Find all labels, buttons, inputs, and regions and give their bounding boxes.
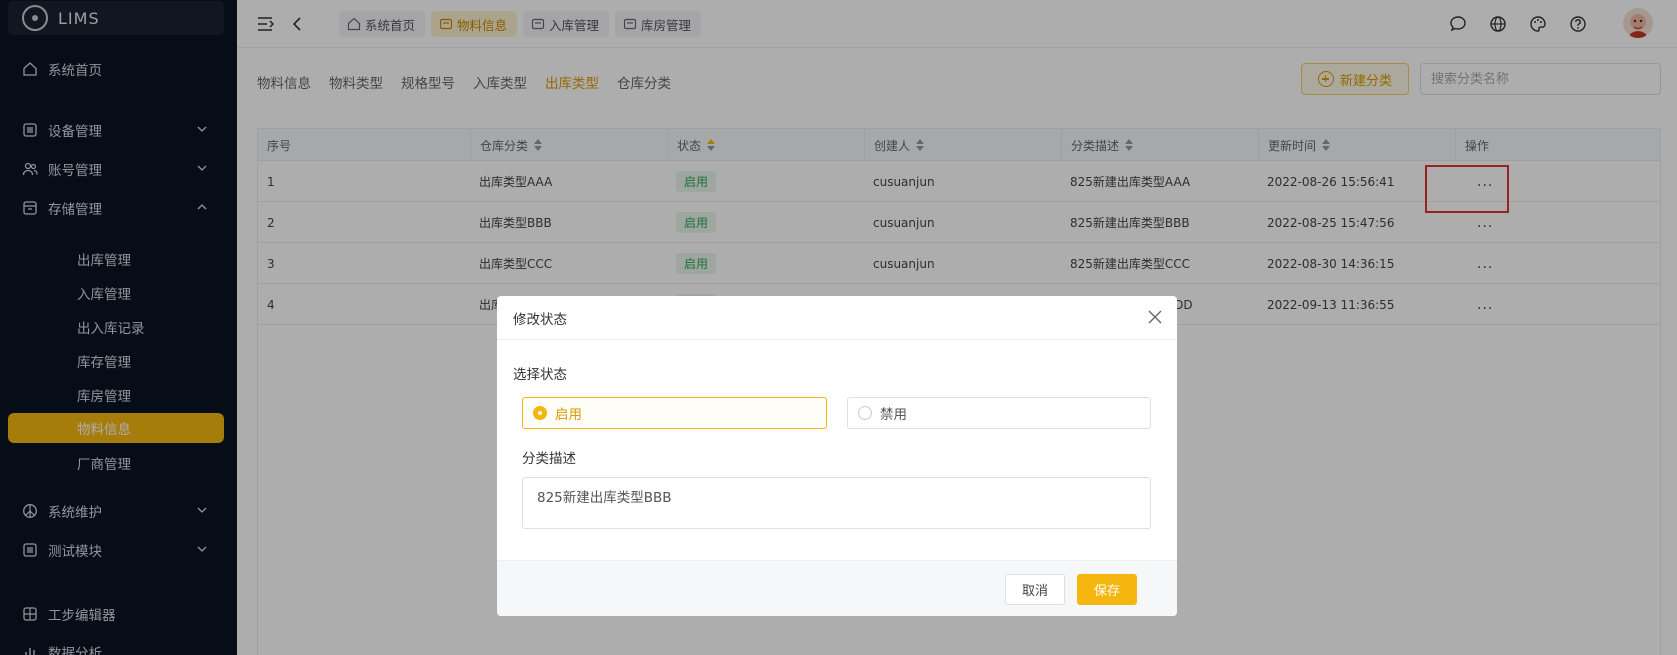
radio-unchecked-icon <box>858 406 872 420</box>
dialog-title: 修改状态 <box>513 311 567 328</box>
desc-field-label: 分类描述 <box>522 451 576 467</box>
dialog-header: 修改状态 <box>497 296 1177 340</box>
cancel-button[interactable]: 取消 <box>1005 574 1065 605</box>
dialog-footer: 取消 保存 <box>497 560 1177 616</box>
radio-disable[interactable]: 禁用 <box>847 397 1151 429</box>
save-button[interactable]: 保存 <box>1077 574 1137 605</box>
radio-checked-icon <box>533 406 547 420</box>
edit-status-dialog: 修改状态 选择状态 启用 禁用 分类描述 825新建出库类型BBB 取消 保存 <box>497 296 1177 616</box>
status-field-label: 选择状态 <box>513 367 567 383</box>
radio-enable[interactable]: 启用 <box>522 397 827 429</box>
radio-label: 启用 <box>555 407 582 423</box>
radio-label: 禁用 <box>880 407 907 423</box>
desc-textarea[interactable]: 825新建出库类型BBB <box>522 477 1151 529</box>
close-icon[interactable] <box>1147 309 1163 325</box>
